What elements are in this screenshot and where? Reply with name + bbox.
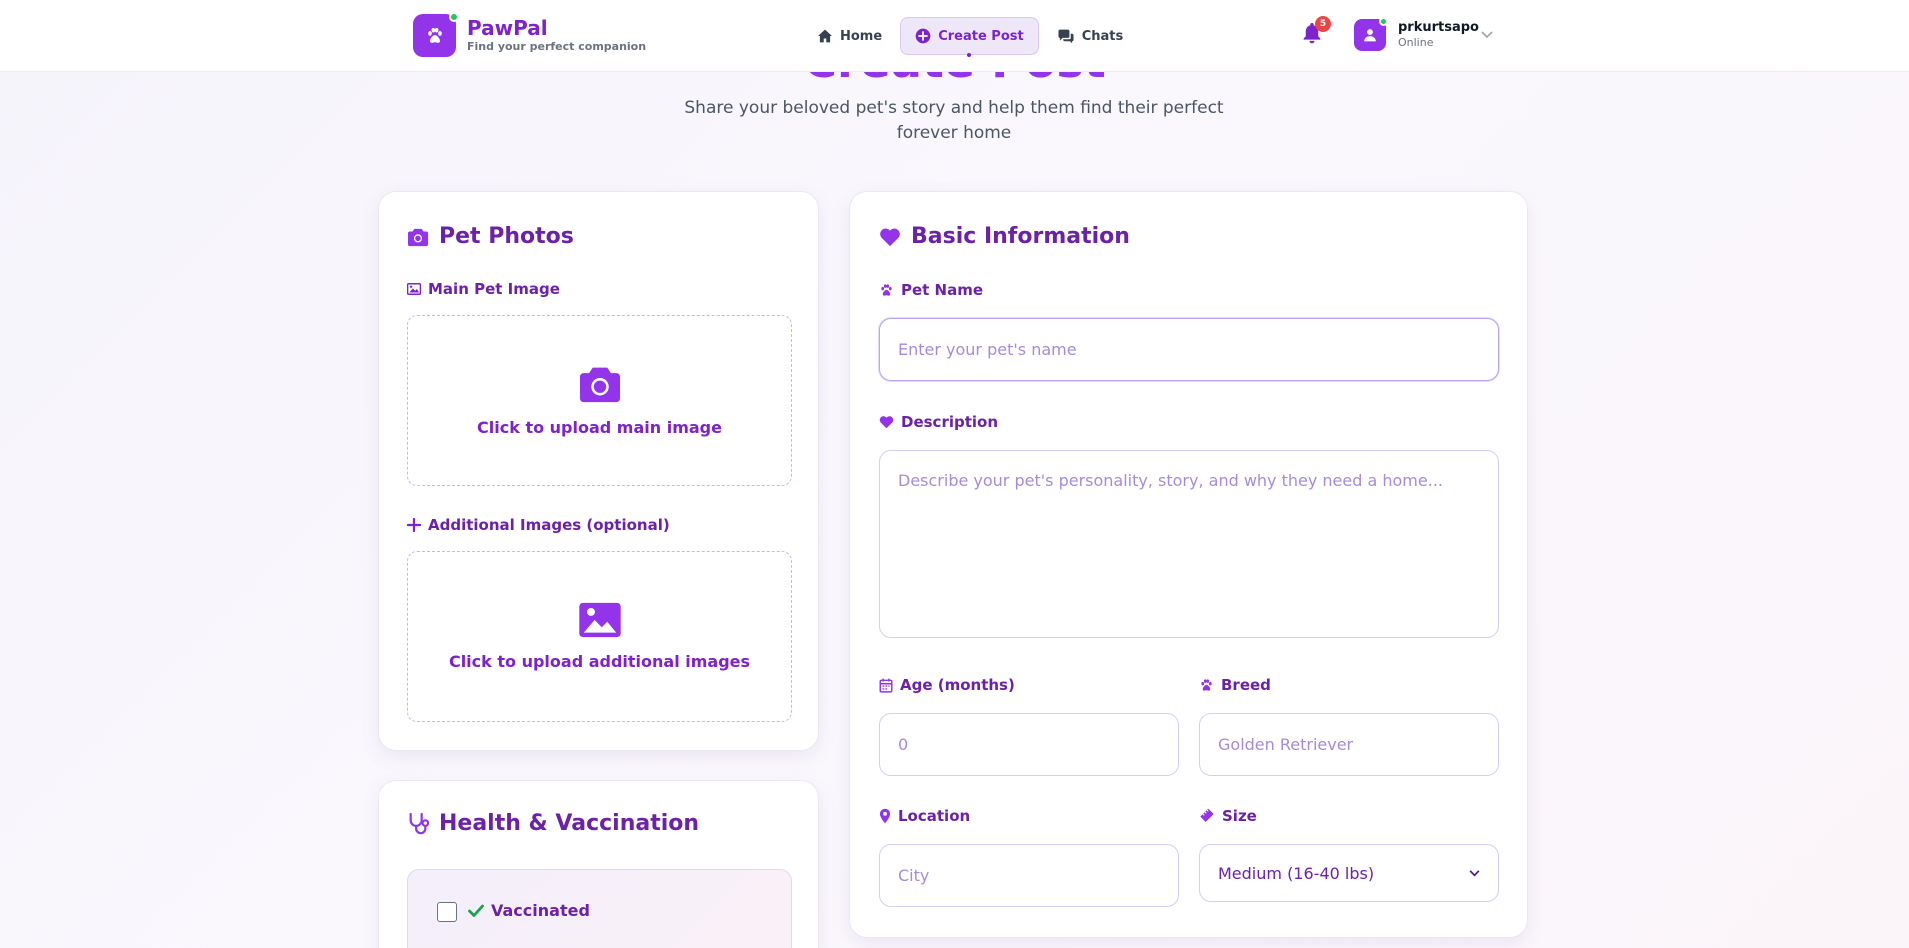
plus-icon	[407, 518, 421, 532]
image-icon	[407, 283, 421, 295]
age-placeholder: 0	[898, 735, 909, 754]
check-icon	[468, 904, 484, 917]
basic-info-heading: Basic Information	[879, 224, 1130, 249]
health-title: Health & Vaccination	[439, 811, 700, 836]
plus-circle-icon	[915, 28, 931, 44]
camera-upload-icon	[579, 367, 620, 403]
nav-chats[interactable]: Chats	[1043, 17, 1138, 55]
breed-label-text: Breed	[1221, 676, 1271, 694]
additional-images-upload-text: Click to upload additional images	[448, 652, 751, 671]
user-name: prkurtsapo	[1398, 20, 1479, 35]
stethoscope-icon	[409, 812, 429, 834]
nav-create-post-label: Create Post	[938, 28, 1024, 44]
pet-photos-title: Pet Photos	[439, 224, 574, 249]
page-subtitle: Share your beloved pet's story and help …	[684, 98, 1224, 143]
map-pin-icon	[879, 808, 891, 824]
location-placeholder: City	[898, 866, 930, 885]
pet-name-input[interactable]: Enter your pet's name	[879, 318, 1499, 381]
breed-label: Breed	[1199, 676, 1271, 694]
description-label: Description	[879, 413, 998, 431]
user-icon	[1364, 29, 1376, 42]
health-heading: Health & Vaccination	[407, 811, 699, 836]
age-input[interactable]: 0	[879, 713, 1179, 776]
calendar-icon	[879, 678, 893, 693]
paw-icon	[881, 283, 892, 296]
description-placeholder: Describe your pet's personality, story, …	[898, 471, 1443, 490]
nav-chats-label: Chats	[1081, 28, 1124, 44]
additional-images-dropzone[interactable]: Click to upload additional images	[407, 551, 792, 722]
chevron-down-icon	[1469, 869, 1480, 876]
additional-images-label-text: Additional Images (optional)	[428, 516, 670, 534]
brand: PawPal Find your perfect companion	[467, 16, 646, 53]
main-image-upload-text: Click to upload main image	[477, 418, 722, 437]
size-label: Size	[1199, 807, 1257, 825]
additional-images-label: Additional Images (optional)	[407, 516, 670, 534]
heart-icon	[879, 416, 894, 429]
main-nav: Home Create Post Chats	[803, 17, 1138, 57]
home-icon	[818, 29, 832, 43]
pet-name-placeholder: Enter your pet's name	[898, 340, 1077, 359]
basic-information-card: Basic Information Pet Name Enter your pe…	[849, 191, 1528, 938]
vaccinated-label: Vaccinated	[468, 901, 590, 920]
paw-icon	[427, 27, 442, 43]
nav-create-post[interactable]: Create Post	[900, 17, 1039, 57]
pet-name-label-text: Pet Name	[901, 281, 984, 299]
logo-status-dot	[449, 12, 459, 22]
location-label-text: Location	[898, 807, 971, 825]
location-input[interactable]: City	[879, 844, 1179, 907]
breed-input[interactable]: Golden Retriever	[1199, 713, 1499, 776]
description-textarea[interactable]: Describe your pet's personality, story, …	[879, 450, 1499, 638]
size-select[interactable]: Medium (16-40 lbs)	[1199, 844, 1499, 902]
pet-photos-card: Pet Photos Main Pet Image Click to uploa…	[378, 191, 819, 751]
vaccinated-checkbox[interactable]	[437, 902, 457, 922]
main-image-dropzone[interactable]: Click to upload main image	[407, 315, 792, 486]
size-selected-value: Medium (16-40 lbs)	[1218, 863, 1375, 883]
nav-home-label: Home	[840, 28, 883, 44]
vaccinated-label-text: Vaccinated	[491, 901, 590, 920]
location-label: Location	[879, 807, 970, 825]
chevron-down-icon[interactable]	[1481, 31, 1493, 39]
notification-badge: 5	[1315, 16, 1331, 32]
images-upload-icon	[578, 602, 621, 638]
health-vaccination-card: Health & Vaccination Vaccinated	[378, 780, 819, 948]
brand-tagline: Find your perfect companion	[467, 40, 647, 53]
pet-photos-heading: Pet Photos	[407, 224, 574, 249]
breed-placeholder: Golden Retriever	[1218, 735, 1354, 754]
user-menu[interactable]: prkurtsapo Online	[1398, 20, 1479, 50]
vaccinated-option: Vaccinated	[407, 869, 792, 948]
description-label-text: Description	[901, 413, 999, 431]
camera-icon	[408, 228, 428, 246]
pet-name-label: Pet Name	[879, 281, 983, 299]
size-label-text: Size	[1222, 807, 1257, 825]
online-status-dot	[1379, 17, 1388, 26]
basic-info-title: Basic Information	[911, 224, 1130, 249]
ruler-icon	[1200, 809, 1214, 822]
paw-icon	[1201, 678, 1212, 691]
heart-icon	[880, 228, 900, 246]
age-label: Age (months)	[879, 676, 1015, 694]
user-status: Online	[1398, 36, 1434, 49]
nav-home[interactable]: Home	[803, 17, 896, 55]
brand-name: PawPal	[467, 16, 548, 40]
chat-icon	[1058, 29, 1074, 43]
top-navbar: PawPal Find your perfect companion Home …	[0, 0, 1909, 72]
main-image-label: Main Pet Image	[407, 280, 560, 298]
main-image-label-text: Main Pet Image	[428, 280, 560, 298]
age-label-text: Age (months)	[900, 676, 1015, 694]
